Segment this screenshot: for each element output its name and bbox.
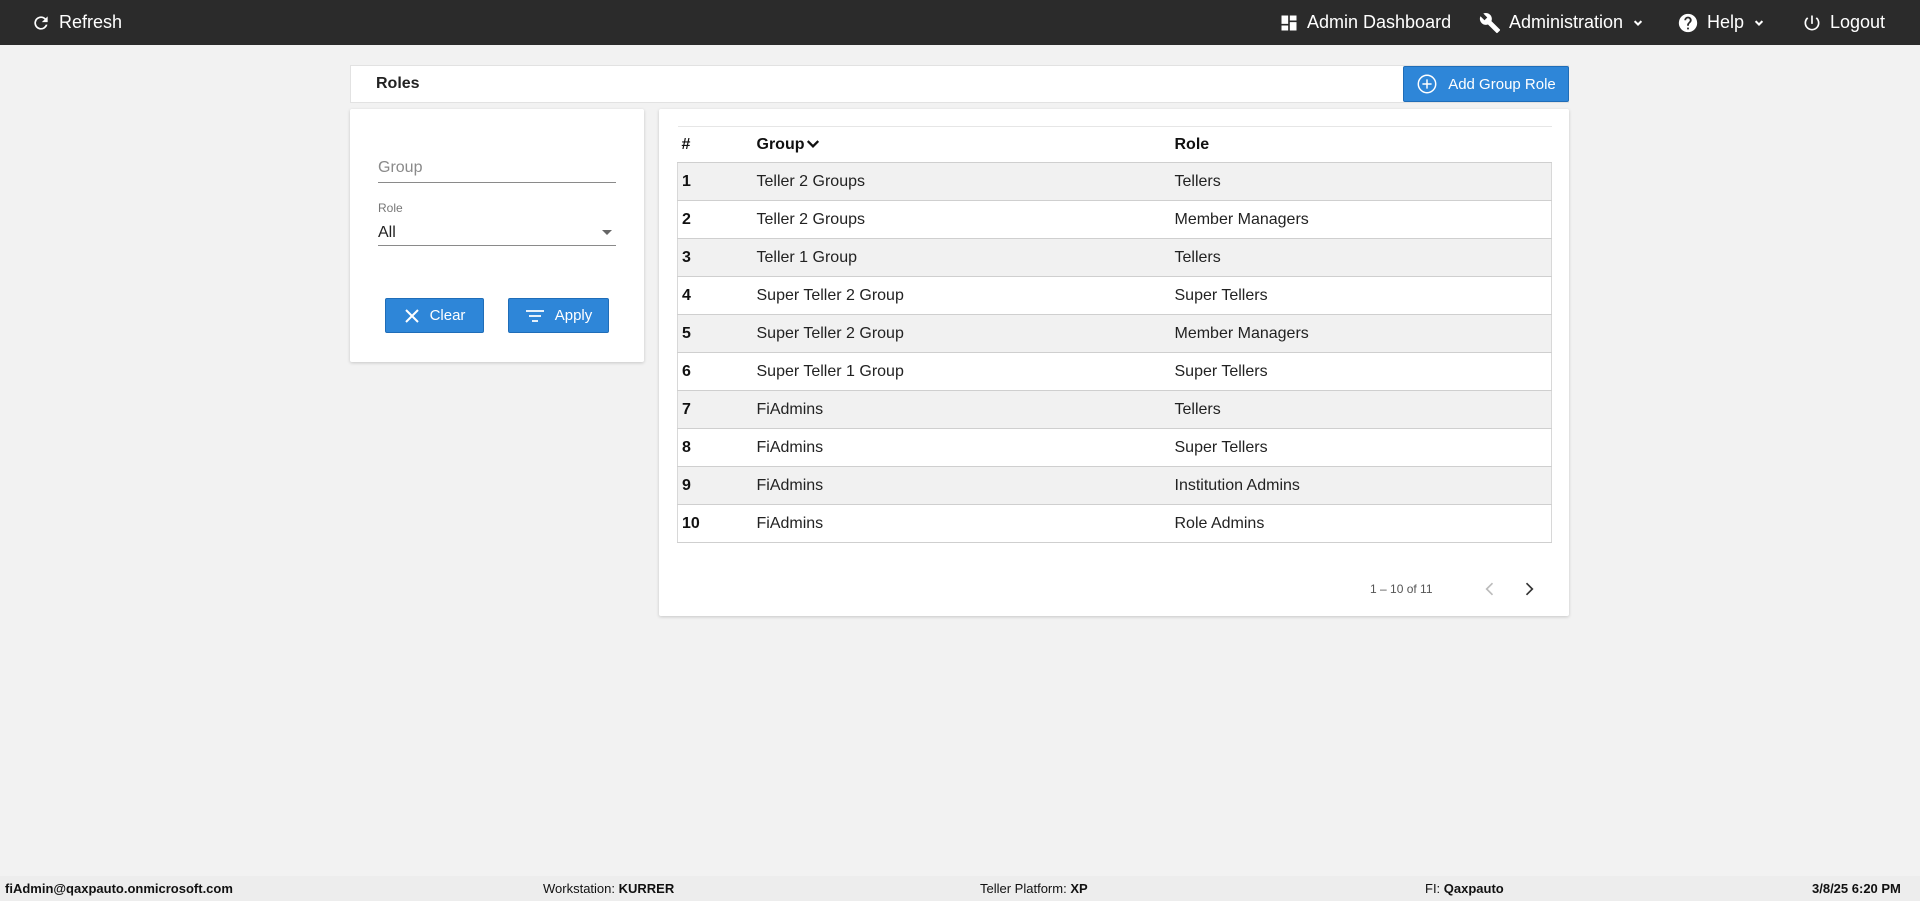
admin-dashboard-label: Admin Dashboard: [1307, 12, 1452, 32]
role-filter-select[interactable]: All: [378, 220, 616, 246]
dashboard-icon: [1281, 15, 1297, 30]
help-icon: [1678, 13, 1698, 32]
row-number-cell: 2: [682, 210, 691, 228]
row-group-cell: Teller 1 Group: [756, 248, 858, 266]
page-title: Roles: [376, 75, 420, 92]
admin-dashboard-link[interactable]: Admin Dashboard: [1279, 0, 1451, 45]
table-row[interactable]: 1 Teller 2 Groups Tellers: [677, 162, 1552, 201]
chevron-down-icon: [1633, 19, 1643, 26]
row-role-cell: Member Managers: [1174, 210, 1309, 228]
logout-label: Logout: [1830, 12, 1886, 32]
row-role-cell: Role Admins: [1174, 514, 1265, 532]
dropdown-arrow-icon: [602, 230, 612, 235]
add-group-role-button[interactable]: Add Group Role: [1403, 66, 1569, 102]
clear-button[interactable]: Clear: [385, 298, 484, 333]
top-navigation-bar: Refresh Admin Dashboard Administration H…: [0, 0, 1920, 45]
help-menu[interactable]: Help: [1677, 0, 1766, 45]
row-number-cell: 3: [682, 248, 691, 266]
column-header-role[interactable]: Role: [1171, 127, 1552, 163]
roles-table: # Group Role 1 Teller 2 Groups Tellers 2 Tel…: [677, 126, 1552, 543]
table-row[interactable]: 3 Teller 1 Group Tellers: [677, 238, 1552, 277]
add-circle-icon: [1417, 74, 1437, 94]
row-group-cell: Teller 2 Groups: [756, 210, 866, 228]
table-row[interactable]: 5 Super Teller 2 Group Member Managers: [677, 314, 1552, 353]
refresh-icon: [34, 15, 48, 30]
table-row[interactable]: 9 FiAdmins Institution Admins: [677, 466, 1552, 505]
row-group-cell: Teller 2 Groups: [756, 172, 866, 190]
role-filter-value: All: [378, 223, 396, 241]
row-group-cell: Super Teller 2 Group: [756, 286, 904, 304]
column-header-group[interactable]: Group: [753, 127, 1171, 163]
table-row[interactable]: 10 FiAdmins Role Admins: [677, 504, 1552, 543]
row-role-cell: Tellers: [1174, 172, 1221, 190]
help-label: Help: [1707, 12, 1745, 32]
status-footer: fiAdmin@qaxpauto.onmicrosoft.com Worksta…: [0, 876, 1920, 901]
row-number-cell: 7: [682, 400, 691, 418]
footer-workstation: Workstation: KURRER: [543, 881, 674, 896]
column-header-group-label: Group: [756, 135, 805, 153]
page-title-bar: Roles: [350, 65, 1569, 103]
row-group-cell: FiAdmins: [756, 438, 824, 456]
wrench-icon: [1479, 12, 1501, 33]
row-role-cell: Super Tellers: [1174, 286, 1268, 304]
refresh-button[interactable]: Refresh: [31, 0, 122, 45]
apply-label: Apply: [554, 307, 593, 324]
add-group-role-label: Add Group Role: [1448, 75, 1556, 93]
row-role-cell: Super Tellers: [1174, 438, 1268, 456]
administration-label: Administration: [1509, 12, 1624, 32]
row-group-cell: FiAdmins: [756, 400, 824, 418]
footer-teller-platform-label: Teller Platform:: [980, 881, 1071, 896]
row-number-cell: 6: [682, 362, 691, 380]
apply-button[interactable]: Apply: [508, 298, 609, 333]
row-number-cell: 10: [682, 514, 700, 532]
refresh-label: Refresh: [59, 12, 123, 32]
chevron-down-icon: [1754, 19, 1764, 26]
role-filter-label: Role: [378, 201, 403, 215]
table-row[interactable]: 6 Super Teller 1 Group Super Tellers: [677, 352, 1552, 391]
footer-user: fiAdmin@qaxpauto.onmicrosoft.com: [5, 881, 233, 896]
table-row[interactable]: 7 FiAdmins Tellers: [677, 390, 1552, 429]
row-number-cell: 8: [682, 438, 691, 456]
row-group-cell: Super Teller 1 Group: [756, 362, 904, 380]
row-group-cell: Super Teller 2 Group: [756, 324, 904, 342]
row-role-cell: Institution Admins: [1174, 476, 1300, 494]
footer-teller-platform: Teller Platform: XP: [980, 881, 1088, 896]
footer-fi-value: Qaxpauto: [1443, 881, 1504, 896]
row-role-cell: Super Tellers: [1174, 362, 1268, 380]
table-row[interactable]: 8 FiAdmins Super Tellers: [677, 428, 1552, 467]
filter-panel: Role All Clear Apply: [350, 109, 644, 362]
table-row[interactable]: 4 Super Teller 2 Group Super Tellers: [677, 276, 1552, 315]
footer-workstation-value: KURRER: [618, 881, 675, 896]
pagination-range: 1 – 10 of 11: [1370, 582, 1433, 596]
row-group-cell: FiAdmins: [756, 514, 824, 532]
table-body: 1 Teller 2 Groups Tellers 2 Teller 2 Groups M…: [677, 162, 1552, 543]
footer-workstation-label: Workstation:: [543, 881, 619, 896]
row-number-cell: 9: [682, 476, 691, 494]
row-role-cell: Tellers: [1174, 400, 1221, 418]
group-filter-input[interactable]: [378, 153, 616, 183]
footer-datetime: 3/8/25 6:20 PM: [1812, 881, 1901, 896]
power-icon: [1804, 15, 1820, 30]
next-page-icon[interactable]: [1519, 579, 1539, 599]
footer-teller-platform-value: XP: [1070, 881, 1088, 896]
clear-label: Clear: [429, 307, 466, 324]
column-header-number[interactable]: #: [678, 127, 753, 163]
sort-descending-icon: [806, 140, 819, 149]
row-number-cell: 5: [682, 324, 691, 342]
roles-table-card: # Group Role 1 Teller 2 Groups Tellers 2 Tel…: [659, 109, 1569, 616]
table-header-row: # Group Role: [677, 126, 1552, 163]
previous-page-icon[interactable]: [1480, 579, 1500, 599]
footer-fi: FI: Qaxpauto: [1425, 881, 1504, 896]
table-row[interactable]: 2 Teller 2 Groups Member Managers: [677, 200, 1552, 239]
administration-menu[interactable]: Administration: [1479, 0, 1645, 45]
row-group-cell: FiAdmins: [756, 476, 824, 494]
row-role-cell: Member Managers: [1174, 324, 1309, 342]
row-number-cell: 1: [682, 172, 691, 190]
row-role-cell: Tellers: [1174, 248, 1221, 266]
filter-icon: [525, 309, 544, 322]
row-number-cell: 4: [682, 286, 691, 304]
footer-fi-label: FI:: [1425, 881, 1444, 896]
logout-button[interactable]: Logout: [1802, 0, 1885, 45]
close-icon: [404, 308, 419, 323]
